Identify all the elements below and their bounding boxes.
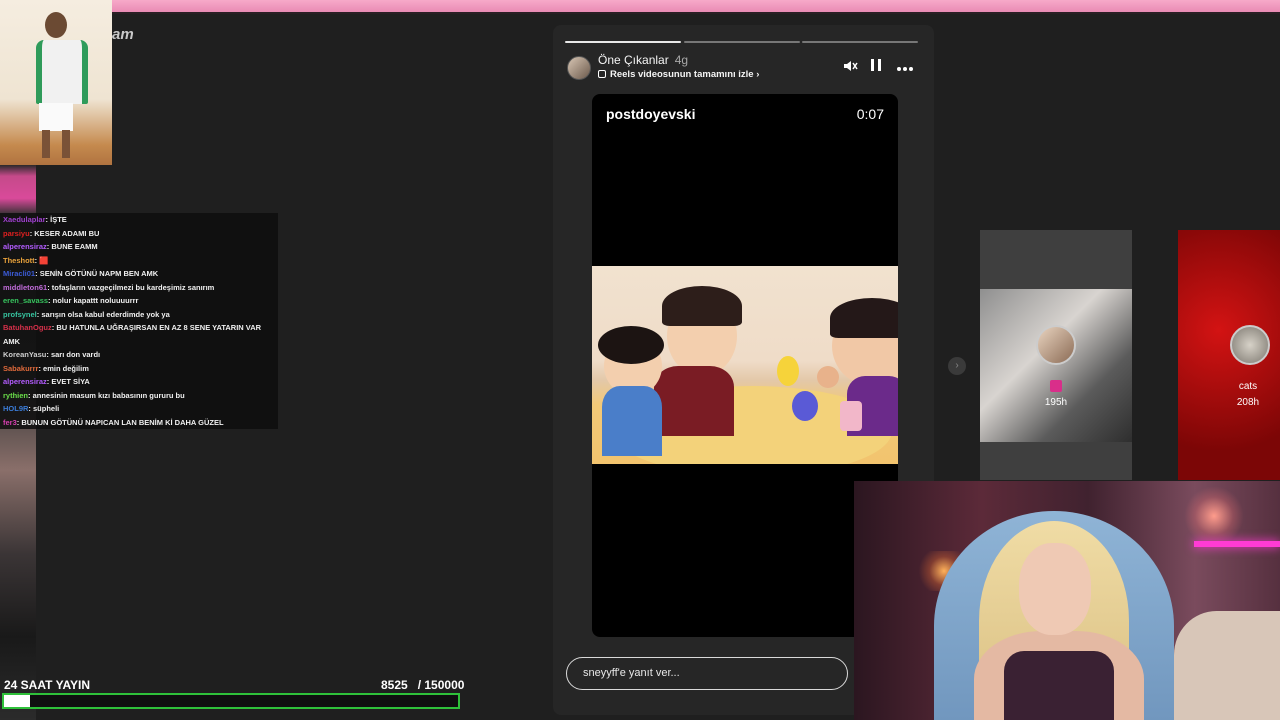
cartoon-scene [592,266,898,464]
reel-icon [598,70,606,78]
chat-message: rythien: annesinin masum kızı babasının … [0,389,278,403]
goal-total: / 150000 [417,678,465,692]
chat-text: : İŞTE [45,215,67,224]
chat-username: KoreanYasu [3,350,47,359]
chat-username: alperensiraz [3,377,47,386]
chat-message: Xaedulaplar: İŞTE [0,213,278,227]
chevron-right-icon: › [756,69,760,80]
chat-message: fer3: BUNUN GÖTÜNÜ NAPICAN LAN BENİM Kİ … [0,416,278,430]
streamer-webcam [854,481,1280,720]
chat-username: Xaedulaplar [3,215,46,224]
cat-avatar [1230,325,1270,365]
chat-username: alperensiraz [3,242,47,251]
chat-username: rythien [3,390,29,400]
goal-current: 8525 [381,678,408,692]
chat-text: : süpheli [28,404,60,413]
reply-input[interactable]: sneyyff'e yanıt ver... [566,657,848,690]
story-video[interactable]: postdoyevski 0:07 [592,94,898,637]
chat-username: Miracli01 [3,269,36,278]
chat-message: parsiyu: KESER ADAMI BU [0,227,278,241]
chat-username: Sabakurrr [3,363,39,373]
side-story-card[interactable]: 195h [980,230,1132,480]
chat-message: eren_savass: nolur kapattt noluuuurrr [0,294,278,308]
chat-message: profsynel: sarışın olsa kabul ederdimde … [0,308,278,322]
chat-username: parsiyu [3,228,30,238]
chat-username: middleton61 [3,282,48,292]
chat-text: : tofaşların vazgeçilmezi bu kardeşimiz … [47,282,215,292]
chat-message: alperensiraz: EVET SİYA [0,375,278,389]
pause-icon[interactable] [866,58,886,76]
chat-text: : KESER ADAMI BU [29,228,100,238]
chat-text: : sarı don vardı [46,350,101,359]
chat-username: Theshott [3,255,35,265]
chevron-left-icon: › [955,360,959,371]
reel-icon [1050,380,1062,392]
chat-username: HOL9R [3,404,29,413]
chat-username: fer3 [3,417,17,427]
chat-text: : BUNE EAMM [46,242,98,251]
chat-message: KoreanYasu: sarı don vardı [0,348,278,362]
goal-progress-bar [2,693,460,709]
story-progress-segment [802,41,918,43]
chat-text: : annesinin masum kızı babasının gururu … [28,390,185,400]
chat-username: BatuhanOguz [3,323,52,332]
story-age: 4g [674,53,689,67]
watch-full-reel-label[interactable]: Reels videosunun tamamını izle [610,69,754,80]
chat-text: : EVET SİYA [46,377,90,386]
chat-username: eren_savass [3,296,49,305]
account-name[interactable]: Öne Çıkanlar [598,53,669,67]
chat-overlay: Xaedulaplar: İŞTE parsiyu: KESER ADAMI BU… [0,213,278,429]
chat-message: Theshott: 🟥 [0,254,278,268]
more-icon[interactable] [895,58,915,76]
chat-message: HOL9R: süpheli [0,402,278,416]
side-story-card-cats[interactable]: cats 208h [1178,230,1280,480]
logo-fragment: am [112,26,134,43]
chat-message: BatuhanOguz: BU HATUNLA UĞRAŞIRSAN EN AZ… [0,321,278,348]
chat-message: Sabakurrr: emin değilim [0,362,278,376]
chat-message: Miracli01: SENİN GÖTÜNÜ NAPM BEN AMK [0,267,278,281]
mute-icon[interactable] [840,58,860,76]
account-avatar[interactable] [567,56,591,80]
watch-full-reel-link[interactable]: Reels videosunun tamamını izle › [598,69,759,80]
video-timestamp: 0:07 [856,106,884,122]
chat-text: : emin değilim [38,363,89,373]
chat-text: : SENİN GÖTÜNÜ NAPM BEN AMK [35,269,159,278]
top-pink-bar [0,0,1280,14]
story-progress-segment [565,41,681,43]
chat-text: : nolur kapattt noluuuurrr [48,296,139,305]
previous-story-button[interactable]: › [948,357,966,375]
goal-counter: 8525 / 150000 [381,678,464,692]
side-story-time: 208h [1236,397,1260,408]
side-story-name: cats [1238,381,1258,392]
goal-progress-fill [4,695,30,707]
chat-message: middleton61: tofaşların vazgeçilmezi bu … [0,281,278,295]
chat-message: alperensiraz: BUNE EAMM [0,240,278,254]
story-header-title[interactable]: Öne Çıkanlar 4g [598,53,688,67]
chat-text: : sarışın olsa kabul ederdimde yok ya [36,309,170,319]
video-username: postdoyevski [606,106,696,122]
side-story-time: 195h [1044,397,1068,408]
kid-photo-overlay [0,0,112,165]
chat-text: : 🟥 [34,255,49,265]
chat-text: : BUNUN GÖTÜNÜ NAPICAN LAN BENİM Kİ DAHA… [16,417,224,427]
chat-username: profsynel [3,309,37,319]
story-avatar [1036,325,1076,365]
stream-title: 24 SAAT YAYIN [4,678,91,692]
story-progress-segment [683,41,800,43]
